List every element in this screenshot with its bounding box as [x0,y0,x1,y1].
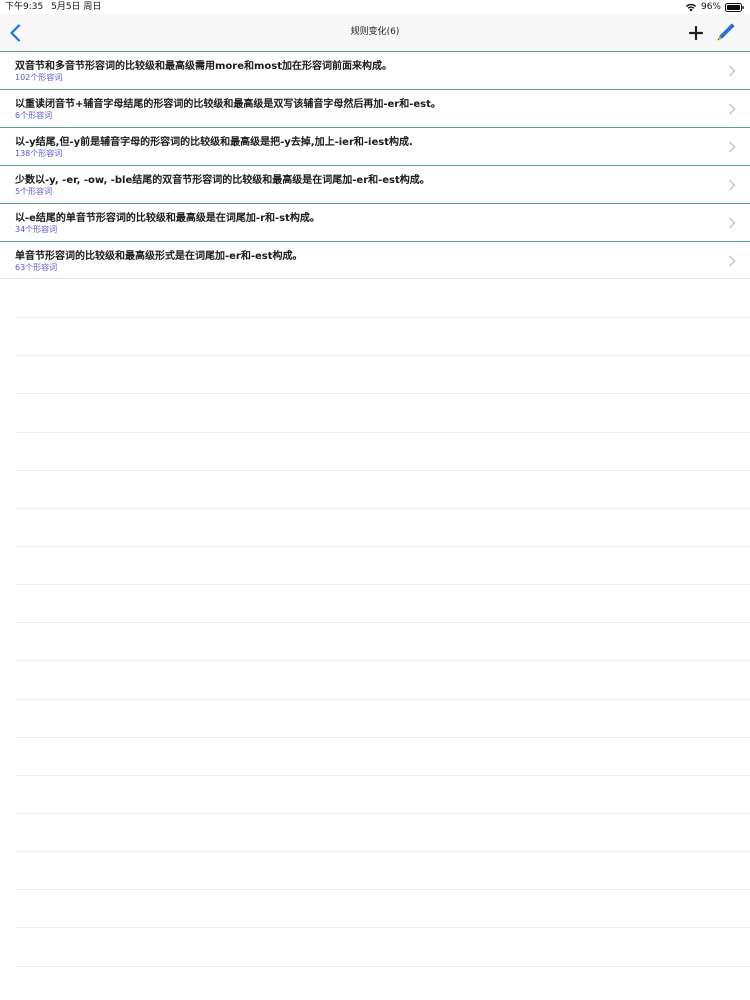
battery-percent: 96% [700,2,721,12]
wifi-icon [685,3,697,11]
empty-row [15,814,750,853]
rule-count: 34个形容词 [15,225,58,234]
empty-row [15,928,750,967]
empty-row [15,280,750,319]
navigation-bar: 规则变化(6) [0,14,750,51]
battery-icon [725,2,744,12]
status-right: 96% [685,0,744,14]
rule-count: 5个形容词 [15,187,53,196]
rule-title: 以-e结尾的单音节形容词的比较级和最高级是在词尾加-r和-st构成。 [15,213,320,224]
empty-row [15,890,750,929]
chevron-right-icon [728,255,736,267]
rule-title: 少数以-y, -er, -ow, -ble结尾的双音节形容词的比较级和最高级是在… [15,175,430,186]
add-button[interactable] [686,23,706,43]
chevron-right-icon [728,179,736,191]
status-left: 下午9:35 5月5日 周日 [5,0,106,14]
plus-icon [689,26,703,40]
empty-row [15,433,750,471]
empty-row [15,547,750,586]
empty-row [15,356,750,395]
empty-row [15,471,750,509]
status-date: 5月5日 周日 [51,2,102,12]
rule-count: 6个形容词 [15,111,53,120]
rules-list: 双音节和多音节形容词的比较级和最高级需用more和most加在形容词前面来构成。… [0,51,750,279]
status-time: 下午9:35 [5,2,44,12]
list-item[interactable]: 以重读闭音节+辅音字母结尾的形容词的比较级和最高级是双写该辅音字母然后再加-er… [0,89,750,127]
rule-count: 63个形容词 [15,263,58,272]
empty-row [15,623,750,662]
rule-title: 双音节和多音节形容词的比较级和最高级需用more和most加在形容词前面来构成。 [15,61,393,72]
chevron-right-icon [728,65,736,77]
edit-button[interactable] [713,22,737,44]
empty-row [15,776,750,814]
rule-title: 以-y结尾,但-y前是辅音字母的形容词的比较级和最高级是把-y去掉,加上-ier… [15,137,413,148]
chevron-right-icon [728,217,736,229]
rule-count: 138个形容词 [15,149,63,158]
empty-row [15,509,750,547]
pencil-icon [717,23,735,41]
empty-row [15,318,750,357]
page-title: 规则变化(6) [350,27,400,37]
list-item[interactable]: 双音节和多音节形容词的比较级和最高级需用more和most加在形容词前面来构成。… [0,51,750,89]
chevron-right-icon [728,103,736,115]
empty-row [15,852,750,891]
list-item[interactable]: 少数以-y, -er, -ow, -ble结尾的双音节形容词的比较级和最高级是在… [0,165,750,203]
empty-row [15,700,750,738]
status-bar: 下午9:35 5月5日 周日 96% [0,0,750,14]
empty-row [15,585,750,624]
empty-row [15,661,750,700]
list-item[interactable]: 单音节形容词的比较级和最高级形式是在词尾加-er和-est构成。 63个形容词 [0,241,750,279]
empty-row [15,738,750,776]
empty-table-rows [0,280,750,967]
rule-count: 102个形容词 [15,73,63,82]
rule-title: 单音节形容词的比较级和最高级形式是在词尾加-er和-est构成。 [15,251,303,262]
list-item[interactable]: 以-y结尾,但-y前是辅音字母的形容词的比较级和最高级是把-y去掉,加上-ier… [0,127,750,165]
list-item[interactable]: 以-e结尾的单音节形容词的比较级和最高级是在词尾加-r和-st构成。 34个形容… [0,203,750,241]
empty-row [15,394,750,433]
rule-title: 以重读闭音节+辅音字母结尾的形容词的比较级和最高级是双写该辅音字母然后再加-er… [15,99,441,110]
chevron-right-icon [728,141,736,153]
